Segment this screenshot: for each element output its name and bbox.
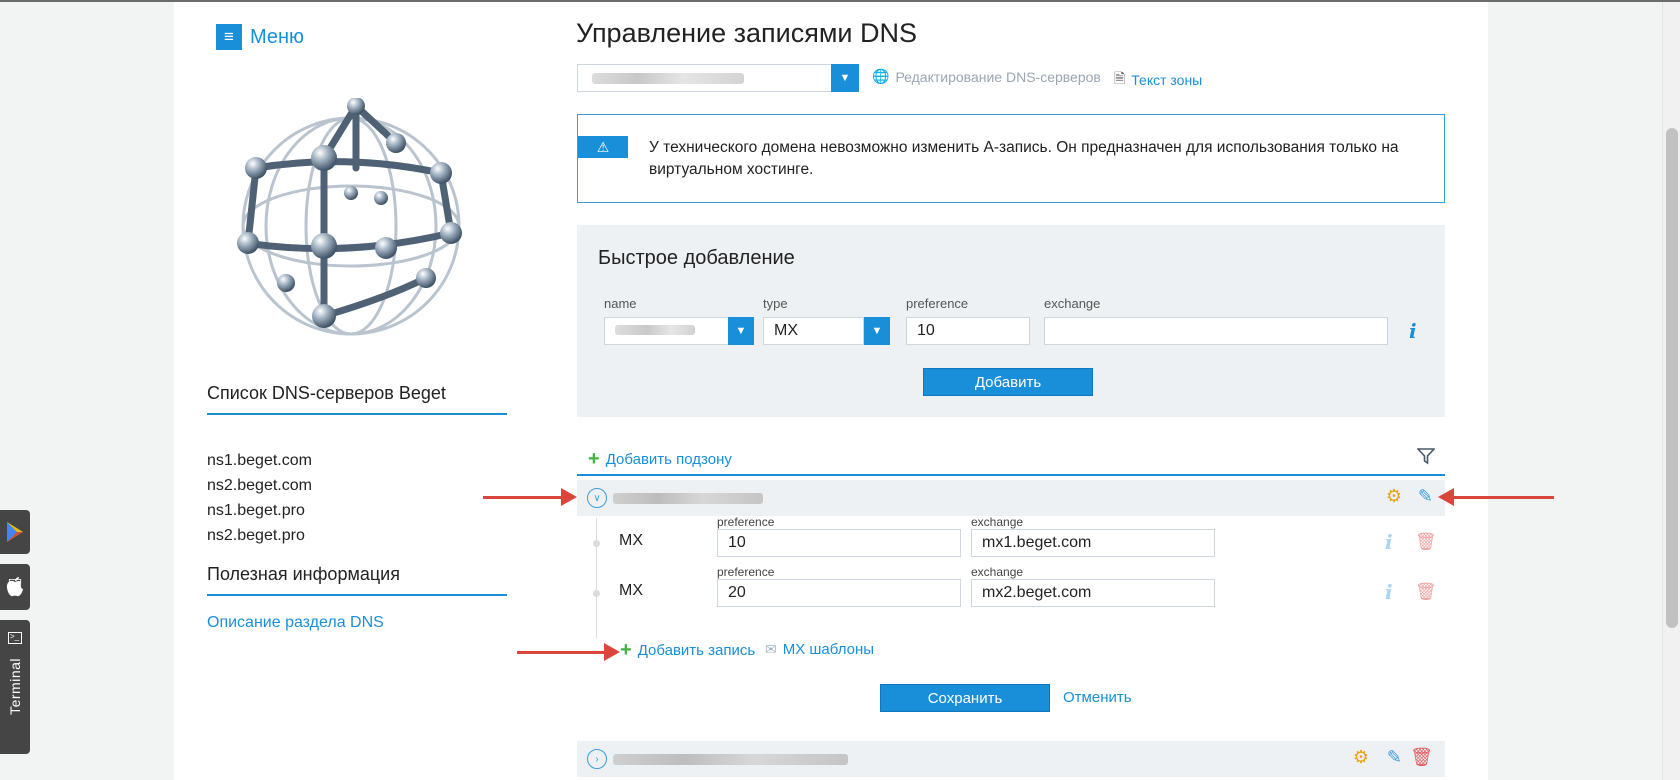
- zone-text-label: Текст зоны: [1131, 72, 1203, 88]
- list-item: ns2.beget.pro: [207, 527, 305, 544]
- dns-servers-list: ns1.beget.com ns2.beget.com ns1.beget.pr…: [207, 448, 312, 548]
- useful-info-heading: Полезная информация: [207, 564, 507, 596]
- name-label: name: [604, 296, 637, 311]
- domain-value-redacted: [592, 73, 744, 84]
- preference-label: preference: [717, 565, 775, 579]
- settings-gear-icon[interactable]: ⚙: [1386, 486, 1402, 507]
- exchange-value: mx1.beget.com: [982, 534, 1092, 551]
- record-type: MX: [619, 582, 643, 599]
- edit-pencil-icon[interactable]: ✎: [1418, 486, 1433, 507]
- name-value-redacted: [615, 325, 695, 335]
- warning-icon: ⚠: [578, 136, 628, 158]
- mx-templates-label: MX шаблоны: [782, 641, 875, 658]
- technical-domain-alert: ⚠ У технического домена невозможно измен…: [577, 114, 1445, 203]
- envelope-icon: ✉: [765, 641, 777, 657]
- collapse-toggle-icon[interactable]: ∨: [587, 488, 607, 508]
- type-select[interactable]: MX: [763, 317, 864, 345]
- add-subzone-link[interactable]: + Добавить подзону: [588, 448, 732, 470]
- exchange-label: exchange: [1044, 296, 1101, 311]
- document-icon: 🗎: [1114, 70, 1126, 86]
- type-select-value: MX: [774, 322, 798, 339]
- save-button[interactable]: Сохранить: [880, 684, 1050, 712]
- list-item: ns1.beget.com: [207, 452, 312, 469]
- preference-value: 20: [728, 584, 746, 601]
- record-type: MX: [619, 532, 643, 549]
- menu-button[interactable]: ≡ Меню: [216, 24, 304, 50]
- quick-add-panel: Быстрое добавление name type preference …: [577, 225, 1445, 417]
- zone-row-collapsed[interactable]: › ⚙ ✎ 🗑: [577, 741, 1445, 777]
- tree-connector: [596, 518, 597, 638]
- type-label: type: [763, 296, 788, 311]
- apple-store-tab[interactable]: : [0, 564, 30, 610]
- chevron-down-icon[interactable]: ▼: [864, 317, 890, 345]
- annotation-arrow: [1438, 488, 1554, 506]
- add-record-link[interactable]: + Добавить запись: [620, 639, 756, 661]
- add-record-label: Добавить запись: [637, 641, 756, 659]
- preference-input[interactable]: 10: [906, 317, 1030, 345]
- alert-text: У технического домена невозможно изменит…: [649, 139, 1399, 178]
- preference-value: 10: [728, 534, 746, 551]
- trash-icon[interactable]: 🗑: [1415, 582, 1437, 602]
- google-play-tab[interactable]: [0, 510, 30, 554]
- edit-pencil-icon[interactable]: ✎: [1387, 747, 1402, 768]
- mx-templates-link[interactable]: ✉ MX шаблоны: [765, 641, 874, 658]
- dns-description-link[interactable]: Описание раздела DNS: [207, 614, 384, 632]
- zone-text-link[interactable]: 🗎 Текст зоны: [1114, 68, 1202, 92]
- hamburger-icon: ≡: [216, 24, 242, 50]
- trash-icon[interactable]: 🗑: [1415, 532, 1437, 552]
- name-select[interactable]: [604, 317, 730, 345]
- exchange-label: exchange: [971, 565, 1024, 579]
- preference-input[interactable]: 10: [717, 529, 961, 557]
- plus-icon: +: [588, 448, 600, 470]
- scrollbar-thumb[interactable]: [1666, 128, 1678, 628]
- menu-label: Меню: [250, 25, 305, 48]
- exchange-value: mx2.beget.com: [982, 584, 1092, 601]
- exchange-input[interactable]: mx2.beget.com: [971, 579, 1215, 607]
- terminal-label: Terminal: [7, 658, 23, 715]
- preference-label: preference: [717, 515, 775, 529]
- domain-select[interactable]: ▼: [577, 64, 859, 92]
- info-icon[interactable]: i: [1385, 580, 1393, 604]
- zone-row-expanded[interactable]: ∨ ⚙ ✎: [577, 480, 1445, 516]
- plus-icon: +: [620, 639, 632, 661]
- preference-input[interactable]: 20: [717, 579, 961, 607]
- trash-icon[interactable]: 🗑: [1410, 747, 1433, 768]
- quick-add-title: Быстрое добавление: [598, 247, 795, 269]
- terminal-tab[interactable]: >_ Terminal: [0, 620, 30, 754]
- preference-label: preference: [906, 296, 969, 311]
- list-item: ns2.beget.com: [207, 477, 312, 494]
- cancel-link[interactable]: Отменить: [1063, 689, 1132, 706]
- scrollbar[interactable]: [1662, 2, 1680, 780]
- exchange-input[interactable]: mx1.beget.com: [971, 529, 1215, 557]
- apple-icon-shape: [6, 577, 23, 597]
- edit-dns-servers-label: Редактирование DNS-серверов: [895, 68, 1101, 85]
- zone-name-redacted: [613, 754, 848, 765]
- list-item: ns1.beget.pro: [207, 502, 305, 519]
- info-icon[interactable]: i: [1409, 319, 1417, 343]
- chevron-down-icon[interactable]: ▼: [728, 317, 754, 345]
- exchange-input[interactable]: [1044, 317, 1388, 345]
- terminal-icon: >_: [8, 632, 22, 644]
- google-play-icon: [7, 522, 23, 542]
- dns-servers-heading: Список DNS-серверов Beget: [207, 383, 507, 415]
- tree-node-dot: [593, 590, 600, 597]
- preference-input-value: 10: [917, 322, 935, 339]
- chevron-down-icon: ▼: [831, 64, 859, 92]
- edit-dns-servers-link[interactable]: 🌐 Редактирование DNS-серверов: [872, 68, 1101, 85]
- annotation-arrow: [483, 488, 577, 506]
- info-icon[interactable]: i: [1385, 530, 1393, 554]
- filter-icon[interactable]: [1417, 447, 1435, 465]
- add-subzone-label: Добавить подзону: [605, 450, 732, 468]
- expand-toggle-icon[interactable]: ›: [587, 749, 607, 769]
- page-title: Управление записями DNS: [576, 18, 917, 48]
- annotation-arrow: [517, 643, 620, 661]
- globe-icon: 🌐: [872, 68, 890, 84]
- zone-name-redacted: [613, 493, 763, 504]
- exchange-label: exchange: [971, 515, 1024, 529]
- add-button[interactable]: Добавить: [923, 368, 1093, 396]
- tree-node-dot: [593, 540, 600, 547]
- settings-gear-icon[interactable]: ⚙: [1353, 747, 1369, 768]
- records-toolbar: + Добавить подзону: [577, 446, 1445, 476]
- dns-globe-illustration: [237, 98, 462, 336]
